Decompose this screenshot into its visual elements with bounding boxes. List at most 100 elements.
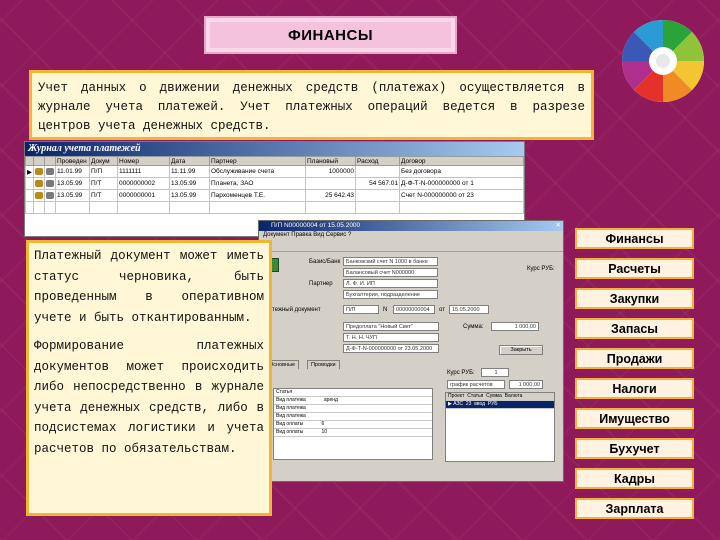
- partner-label: Партнер: [309, 281, 333, 287]
- row-doc-icon: [44, 165, 56, 178]
- bank-field[interactable]: Банковский счет N 1000 в банке: [343, 257, 438, 266]
- nav-purchases[interactable]: Закупки: [575, 288, 694, 309]
- schedule-field[interactable]: график расчетов: [447, 380, 505, 389]
- table-cell: 1000000: [305, 165, 356, 178]
- amount-field-2[interactable]: 1 000,00: [509, 380, 543, 389]
- table-cell: Счет N-000000000 от 23: [399, 189, 524, 202]
- partner-field[interactable]: Л. Ф. И. ИП: [343, 279, 438, 288]
- table-row[interactable]: [25, 201, 524, 214]
- bank-account-field[interactable]: Балансовый счет N000000: [343, 268, 438, 277]
- table-cell: 0000000002: [117, 177, 170, 190]
- note-field-1[interactable]: Предоплата "Новый Свет": [343, 322, 439, 331]
- payment-document-text-box: Платежный документ может иметь статус че…: [26, 240, 272, 516]
- table-row[interactable]: ▶ 11.01.99 П/П 1111111 11.11.99 Обслужив…: [25, 165, 524, 178]
- tab-entries[interactable]: Проводки: [307, 360, 340, 369]
- table-cell: 0000000001: [117, 189, 170, 202]
- doc-menu-bar[interactable]: Документ Правка Вид Сервис ?: [259, 231, 563, 240]
- partner-dept-field[interactable]: Бухгалтерия, подразделение: [343, 290, 438, 299]
- table-cell: 11.01.99: [55, 165, 90, 178]
- table-cell: [355, 165, 400, 178]
- window-close-icon[interactable]: ✕: [556, 221, 561, 231]
- paragraph-status: Платежный документ может иметь статус че…: [34, 249, 264, 325]
- table-cell: П/Т: [89, 177, 118, 190]
- page-title: ФИНАНСЫ: [287, 26, 374, 44]
- nav-sales[interactable]: Продажи: [575, 348, 694, 369]
- intro-text-box: Учет данных о движении денежных средств …: [29, 70, 594, 140]
- table-cell: 13.05.99: [169, 177, 210, 190]
- nav-settlements[interactable]: Расчеты: [575, 258, 694, 279]
- table-cell: Планета, ЗАО: [209, 177, 306, 190]
- row-doc-icon: [44, 177, 56, 190]
- journal-col-expense[interactable]: Расход: [355, 156, 400, 166]
- journal-col-planned[interactable]: Плановый: [305, 156, 356, 166]
- nav-taxes[interactable]: Налоги: [575, 378, 694, 399]
- table-cell: Без договора: [399, 165, 524, 178]
- table-cell: П/П: [89, 165, 118, 178]
- row-status-icon: [33, 177, 45, 190]
- nav-accounting[interactable]: Бухучет: [575, 438, 694, 459]
- row-marker-icon: [25, 177, 34, 190]
- journal-col-icon2: [44, 156, 56, 166]
- row-status-icon: [33, 165, 45, 178]
- amount-field[interactable]: 1 000,00: [491, 322, 539, 331]
- table-row[interactable]: 13.05.99 П/Т 0000000001 13.05.99 Пархоме…: [25, 189, 524, 202]
- journal-table: Проведен Докум Номер Дата Партнер Планов…: [25, 156, 524, 214]
- journal-col-number[interactable]: Номер: [117, 156, 170, 166]
- doc-window-caption: П/П N00000004 от 15.05.2000 ✕: [259, 221, 563, 231]
- table-cell: Обслуживание счета: [209, 165, 306, 178]
- entries-grid[interactable]: Проект Статья Сумма Валюта ▶ АЗС 23 ввод…: [445, 392, 555, 462]
- page-title-box: ФИНАНСЫ: [204, 16, 457, 54]
- row-doc-icon: [44, 189, 56, 202]
- table-row[interactable]: 13.05.99 П/Т 0000000002 13.05.99 Планета…: [25, 177, 524, 190]
- list-item[interactable]: Вид оплаты 6: [274, 421, 432, 429]
- table-cell: 13.05.99: [169, 189, 210, 202]
- nav-property[interactable]: Имущество: [575, 408, 694, 429]
- doc-window-title: П/П N00000004 от 15.05.2000: [271, 222, 361, 229]
- nav-payroll[interactable]: Зарплата: [575, 498, 694, 519]
- article-grid[interactable]: Статья Вид платежа аренд Вид платежа Вид…: [273, 388, 433, 460]
- list-item[interactable]: Вид платежа: [274, 413, 432, 421]
- note-field-3[interactable]: Д-Ф-Т-N-000000000 от 23.05.2000: [343, 344, 439, 353]
- close-button[interactable]: Закрыть: [499, 345, 543, 355]
- paragraph-formation: Формирование платежных документов может …: [34, 339, 264, 456]
- list-item[interactable]: Вид платежа: [274, 405, 432, 413]
- row-marker-icon: ▶: [25, 165, 34, 178]
- table-cell: 13.05.99: [55, 189, 90, 202]
- nav-inventory[interactable]: Запасы: [575, 318, 694, 339]
- table-cell: 25 642.43: [305, 189, 356, 202]
- doc-type-field[interactable]: П/П: [343, 305, 379, 314]
- journal-col-partner[interactable]: Партнер: [209, 156, 306, 166]
- journal-col-posted[interactable]: Проведен: [55, 156, 90, 166]
- table-cell: 54 567.01: [355, 177, 400, 190]
- table-cell: [355, 189, 400, 202]
- row-marker-icon: [25, 189, 34, 202]
- doc-number-label: N: [383, 307, 388, 313]
- logo-wheel-icon: [622, 19, 704, 102]
- journal-col-marker: [25, 156, 34, 166]
- note-field-2[interactable]: Т. Н. Н. ЧУП: [343, 333, 439, 342]
- rate-value-field[interactable]: 1: [481, 368, 509, 377]
- rate-field-label: Курс РУБ:: [447, 370, 475, 376]
- nav-personnel[interactable]: Кадры: [575, 468, 694, 489]
- table-cell: Пархоменцев Т.Е.: [209, 189, 306, 202]
- table-cell: 13.05.99: [55, 177, 90, 190]
- table-cell: П/Т: [89, 189, 118, 202]
- doc-form-body: Базис/Банк Банковский счет N 1000 в банк…: [259, 252, 563, 480]
- table-row[interactable]: ▶ АЗС 23 ввод РУБ: [446, 401, 554, 409]
- intro-text: Учет данных о движении денежных средств …: [38, 81, 585, 133]
- journal-caption: Журнал учета платежей: [25, 142, 524, 156]
- journal-col-doc[interactable]: Докум: [89, 156, 118, 166]
- list-item[interactable]: Вид оплаты 10: [274, 429, 432, 437]
- list-item[interactable]: Вид платежа аренд: [274, 397, 432, 405]
- bank-label: Базис/Банк: [309, 259, 341, 265]
- journal-col-date[interactable]: Дата: [169, 156, 210, 166]
- list-item[interactable]: Статья: [274, 389, 432, 397]
- row-status-icon: [33, 189, 45, 202]
- table-cell: [305, 177, 356, 190]
- doc-number-field[interactable]: 00000000004: [393, 305, 435, 314]
- journal-col-contract[interactable]: Договор: [399, 156, 524, 166]
- doc-date-label: от: [439, 307, 445, 313]
- nav-finance[interactable]: Финансы: [575, 228, 694, 249]
- table-cell: 1111111: [117, 165, 170, 178]
- doc-date-field[interactable]: 15.05.2000: [449, 305, 489, 314]
